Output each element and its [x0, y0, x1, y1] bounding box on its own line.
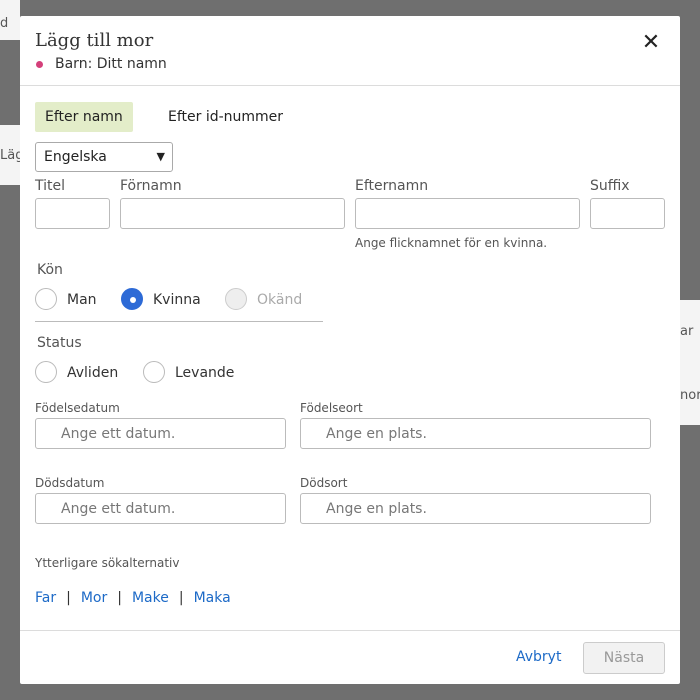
suffix-input[interactable]	[590, 198, 665, 229]
link-mother[interactable]: Mor	[81, 590, 107, 606]
dialog-subtitle: Barn: Ditt namn	[55, 56, 167, 72]
background-page-strip-right	[680, 300, 700, 425]
more-search-options-label: Ytterligare sökalternativ	[35, 556, 180, 570]
link-wife[interactable]: Maka	[194, 590, 231, 606]
last-name-label: Efternamn	[355, 178, 429, 194]
birth-date-input[interactable]: Ange ett datum.	[35, 418, 286, 449]
status-label: Status	[37, 335, 82, 351]
background-text: d	[0, 16, 9, 31]
gender-label: Kön	[37, 262, 63, 278]
status-living-radio[interactable]	[143, 361, 165, 383]
death-place-placeholder: Ange en plats.	[326, 501, 427, 517]
death-date-placeholder: Ange ett datum.	[61, 501, 176, 517]
language-select[interactable]: Engelska ▼	[35, 142, 173, 172]
dialog-title: Lägg till mor	[35, 30, 154, 51]
add-mother-dialog: Lägg till mor Barn: Ditt namn ✕ Efter na…	[20, 16, 680, 684]
birth-date-label: Födelsedatum	[35, 401, 120, 415]
background-text: nor	[680, 388, 700, 403]
dialog-header: Lägg till mor Barn: Ditt namn ✕	[20, 16, 680, 86]
gender-unknown-radio[interactable]	[225, 288, 247, 310]
status-deceased-radio[interactable]	[35, 361, 57, 383]
child-indicator: Barn: Ditt namn	[36, 56, 167, 72]
close-icon[interactable]: ✕	[640, 32, 662, 54]
status-dot-icon	[36, 60, 43, 68]
last-name-hint: Ange flicknamnet för en kvinna.	[355, 236, 548, 250]
cancel-button[interactable]: Avbryt	[516, 649, 561, 665]
link-separator: |	[66, 590, 71, 606]
birth-place-input[interactable]: Ange en plats.	[300, 418, 651, 449]
status-living-label: Levande	[175, 365, 235, 381]
tab-by-name[interactable]: Efter namn	[35, 102, 133, 132]
gender-man-label: Man	[67, 292, 97, 308]
relationship-links: Far | Mor | Make | Maka	[35, 590, 231, 606]
next-button[interactable]: Nästa	[583, 642, 665, 674]
birth-place-label: Födelseort	[300, 401, 363, 415]
gender-divider	[35, 321, 323, 322]
death-date-input[interactable]: Ange ett datum.	[35, 493, 286, 524]
background-text: ar	[680, 324, 694, 339]
gender-man-radio[interactable]	[35, 288, 57, 310]
birth-date-placeholder: Ange ett datum.	[61, 426, 176, 442]
death-place-label: Dödsort	[300, 476, 348, 490]
suffix-label: Suffix	[590, 178, 630, 194]
link-separator: |	[178, 590, 184, 606]
gender-unknown-label: Okänd	[257, 292, 303, 308]
tab-by-id-number[interactable]: Efter id-nummer	[158, 102, 293, 132]
status-deceased-label: Avliden	[67, 365, 119, 381]
dialog-footer: Avbryt Nästa	[20, 630, 680, 684]
link-husband[interactable]: Make	[132, 590, 169, 606]
death-place-input[interactable]: Ange en plats.	[300, 493, 651, 524]
link-separator: |	[117, 590, 122, 606]
title-label: Titel	[35, 178, 66, 194]
gender-woman-label: Kvinna	[153, 292, 201, 308]
link-father[interactable]: Far	[35, 590, 56, 606]
first-name-input[interactable]	[120, 198, 345, 229]
death-date-label: Dödsdatum	[35, 476, 105, 490]
gender-woman-radio[interactable]	[121, 288, 143, 310]
chevron-down-icon: ▼	[156, 150, 165, 163]
title-input[interactable]	[35, 198, 110, 229]
last-name-input[interactable]	[355, 198, 580, 229]
birth-place-placeholder: Ange en plats.	[326, 426, 427, 442]
first-name-label: Förnamn	[120, 178, 182, 194]
language-select-value: Engelska	[44, 149, 107, 165]
